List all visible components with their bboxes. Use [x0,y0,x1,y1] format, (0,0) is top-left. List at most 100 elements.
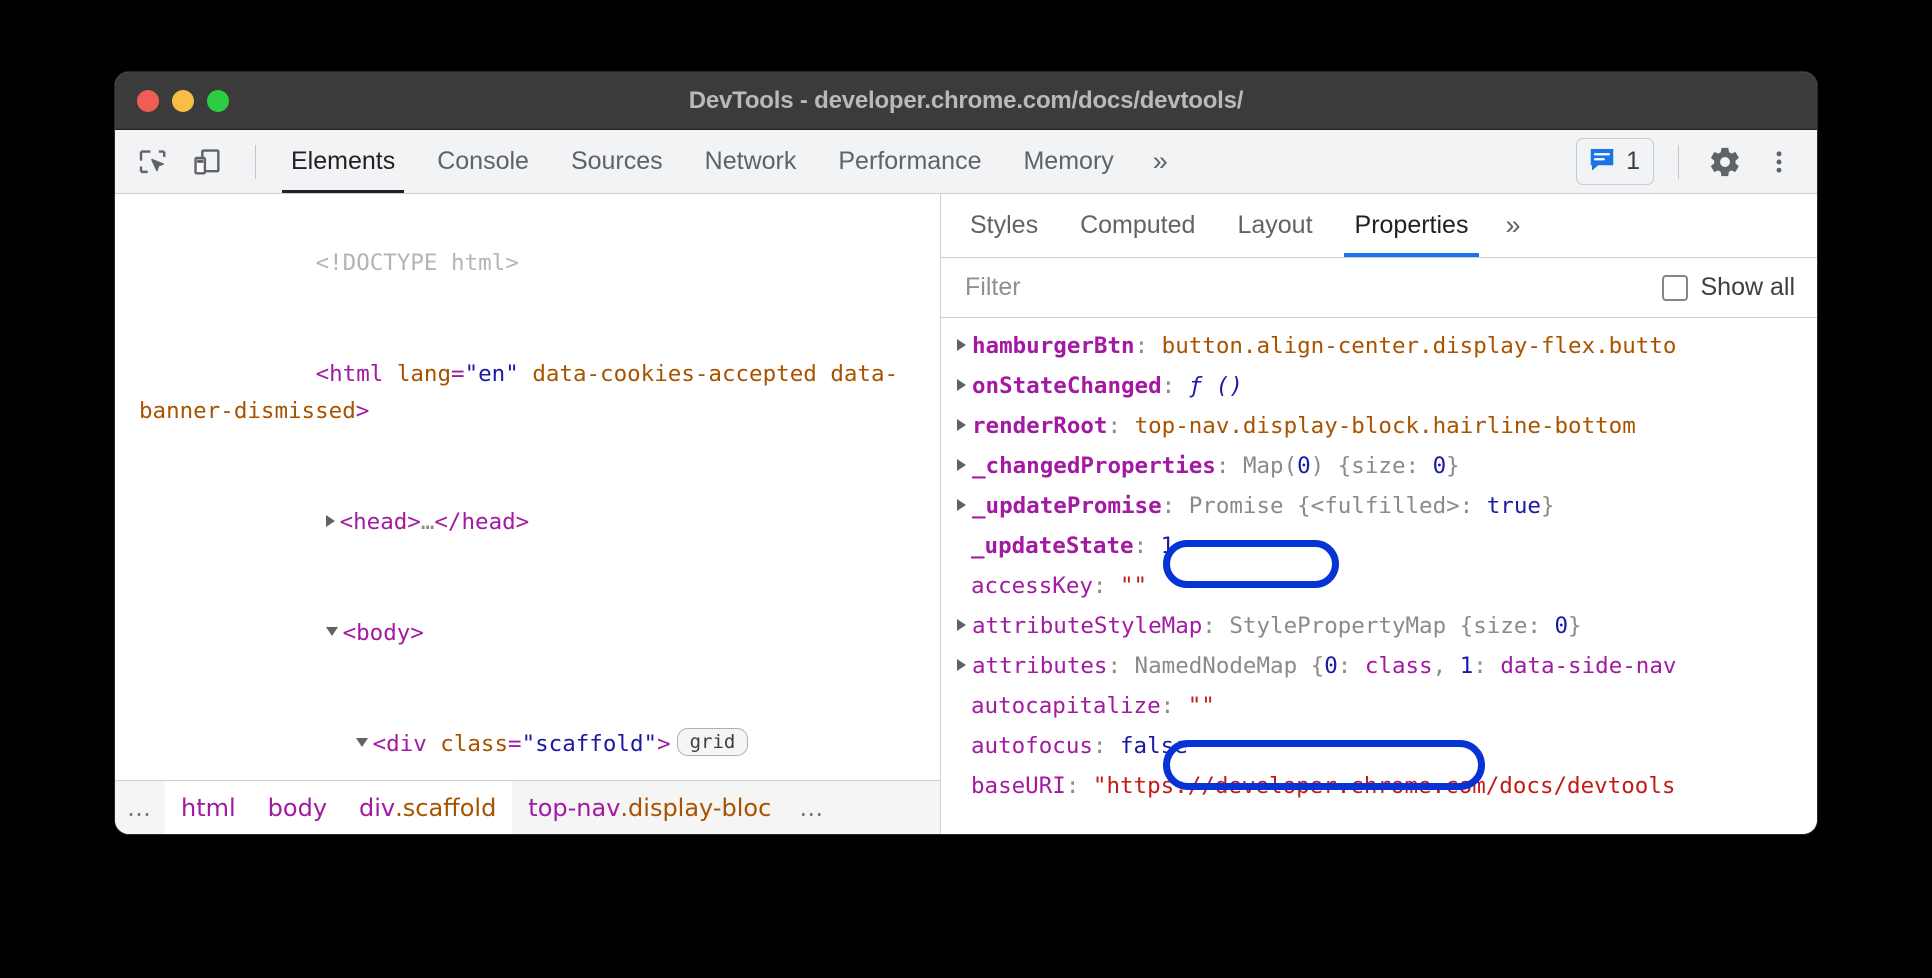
property-key: autocapitalize [971,693,1161,719]
tab-properties[interactable]: Properties [1334,194,1490,257]
devtools-toolbar: Elements Console Sources Network Perform… [115,130,1817,194]
property-key: _updateState [971,533,1134,559]
tab-network[interactable]: Network [684,130,818,193]
gear-icon[interactable] [1703,140,1747,184]
elements-panel: <!DOCTYPE html> <html lang="en" data-coo… [115,194,941,834]
collapse-triangle-icon[interactable] [356,738,368,747]
property-key: renderRoot [972,413,1107,439]
property-row[interactable]: onStateChanged: ƒ () [941,366,1817,406]
property-row[interactable]: hamburgerBtn: button.align-center.displa… [941,326,1817,366]
property-row[interactable]: _updatePromise: Promise {<fulfilled>: tr… [941,486,1817,526]
show-all-label: Show all [1701,273,1796,302]
property-value: 1 [1161,533,1175,559]
expand-triangle-icon[interactable] [957,419,966,431]
breadcrumb-item-html[interactable]: html [165,781,252,834]
message-icon [1587,144,1617,179]
property-key: attributes [972,653,1107,679]
property-value: false [1120,733,1188,759]
minimize-button-icon[interactable] [172,90,194,112]
tab-layout-label: Layout [1237,211,1312,240]
breadcrumb-tag: div [359,794,395,822]
tab-sources[interactable]: Sources [550,130,684,193]
expand-triangle-icon[interactable] [957,499,966,511]
breadcrumb-tag: top-nav [528,794,620,822]
expand-triangle-icon[interactable] [957,459,966,471]
property-row[interactable]: attributes: NamedNodeMap {0: class, 1: d… [941,646,1817,686]
breadcrumb-item-body[interactable]: body [252,781,343,834]
collapse-triangle-icon[interactable] [326,627,338,636]
tab-console-label: Console [437,147,529,176]
sidebar-more-tabs-chevron-icon[interactable]: » [1489,194,1536,257]
dom-line-div-scaffold[interactable]: <div class="scaffold">grid [115,689,940,780]
property-row[interactable]: baseURI: "https://developer.chrome.com/d… [941,766,1817,806]
property-key: _updatePromise [972,493,1162,519]
property-key: attributeStyleMap [972,613,1202,639]
toolbar-icon-group [115,130,270,193]
property-row-update-state[interactable]: _updateState: 1 [941,526,1817,566]
property-key: autofocus [971,733,1093,759]
property-row[interactable]: autocapitalize: "" [941,686,1817,726]
expand-triangle-icon[interactable] [957,339,966,351]
breadcrumb: … html body div.scaffold top-nav.display… [115,780,940,834]
elements-sidebar: Styles Computed Layout Properties » Show… [941,194,1817,834]
expand-triangle-icon[interactable] [326,515,335,527]
more-tabs-chevron-icon[interactable]: » [1135,130,1186,193]
property-row[interactable]: attributeStyleMap: StylePropertyMap {siz… [941,606,1817,646]
grid-badge[interactable]: grid [677,728,749,756]
property-value: button.align-center.display-flex.butto [1162,333,1677,359]
property-value: "https://developer.chrome.com/docs/devto… [1093,773,1675,799]
property-row-autofocus[interactable]: autofocus: false [941,726,1817,766]
property-row[interactable]: renderRoot: top-nav.display-block.hairli… [941,406,1817,446]
property-value: ƒ () [1189,373,1243,399]
panel-tab-list: Elements Console Sources Network Perform… [270,130,1186,193]
expand-triangle-icon[interactable] [957,619,966,631]
window-title: DevTools - developer.chrome.com/docs/dev… [115,87,1817,115]
messages-button[interactable]: 1 [1576,138,1654,185]
property-value: "" [1120,573,1147,599]
inspect-element-icon[interactable] [133,142,173,182]
property-value: top-nav.display-block.hairline-bottom [1135,413,1636,439]
close-button-icon[interactable] [137,90,159,112]
tab-layout[interactable]: Layout [1216,194,1333,257]
window-title-bar: DevTools - developer.chrome.com/docs/dev… [115,72,1817,130]
tab-elements-label: Elements [291,147,395,176]
tab-elements[interactable]: Elements [270,130,416,193]
dom-line-head[interactable]: <head>…</head> [115,467,940,578]
toolbar-divider [255,145,256,179]
tab-computed[interactable]: Computed [1059,194,1216,257]
tab-performance[interactable]: Performance [817,130,1002,193]
breadcrumb-item-top-nav[interactable]: top-nav.display-bloc [512,781,787,834]
zoom-button-icon[interactable] [207,90,229,112]
toolbar-right-group: 1 [1576,130,1817,193]
kebab-menu-icon[interactable] [1757,140,1801,184]
breadcrumb-leading-ellipsis[interactable]: … [115,781,165,834]
screenshot-root: DevTools - developer.chrome.com/docs/dev… [0,0,1932,978]
filter-input[interactable] [965,273,1662,302]
devtools-window: DevTools - developer.chrome.com/docs/dev… [115,72,1817,834]
dom-line-body[interactable]: <body> [115,578,940,689]
expand-triangle-icon[interactable] [957,659,966,671]
dom-line-html[interactable]: <html lang="en" data-cookies-accepted da… [115,319,940,467]
tab-memory[interactable]: Memory [1002,130,1134,193]
show-all-toggle[interactable]: Show all [1662,273,1796,302]
breadcrumb-trailing-ellipsis[interactable]: … [787,781,837,834]
tab-memory-label: Memory [1023,147,1113,176]
property-row[interactable]: accessKey: "" [941,566,1817,606]
property-key: hamburgerBtn [972,333,1135,359]
device-toolbar-icon[interactable] [187,142,227,182]
devtools-main: <!DOCTYPE html> <html lang="en" data-coo… [115,194,1817,834]
doctype-text: <!DOCTYPE html> [316,250,519,276]
dom-line-doctype[interactable]: <!DOCTYPE html> [115,208,940,319]
tab-styles[interactable]: Styles [949,194,1059,257]
breadcrumb-class: .display-bloc [620,794,771,822]
property-key: onStateChanged [972,373,1162,399]
tab-styles-label: Styles [970,211,1038,240]
tab-console[interactable]: Console [416,130,550,193]
property-row[interactable]: _changedProperties: Map(0) {size: 0} [941,446,1817,486]
toolbar-divider-right [1678,145,1679,179]
property-value: "" [1188,693,1215,719]
expand-triangle-icon[interactable] [957,379,966,391]
breadcrumb-item-div-scaffold[interactable]: div.scaffold [343,781,512,834]
show-all-checkbox[interactable] [1662,275,1688,301]
traffic-lights [137,90,229,112]
